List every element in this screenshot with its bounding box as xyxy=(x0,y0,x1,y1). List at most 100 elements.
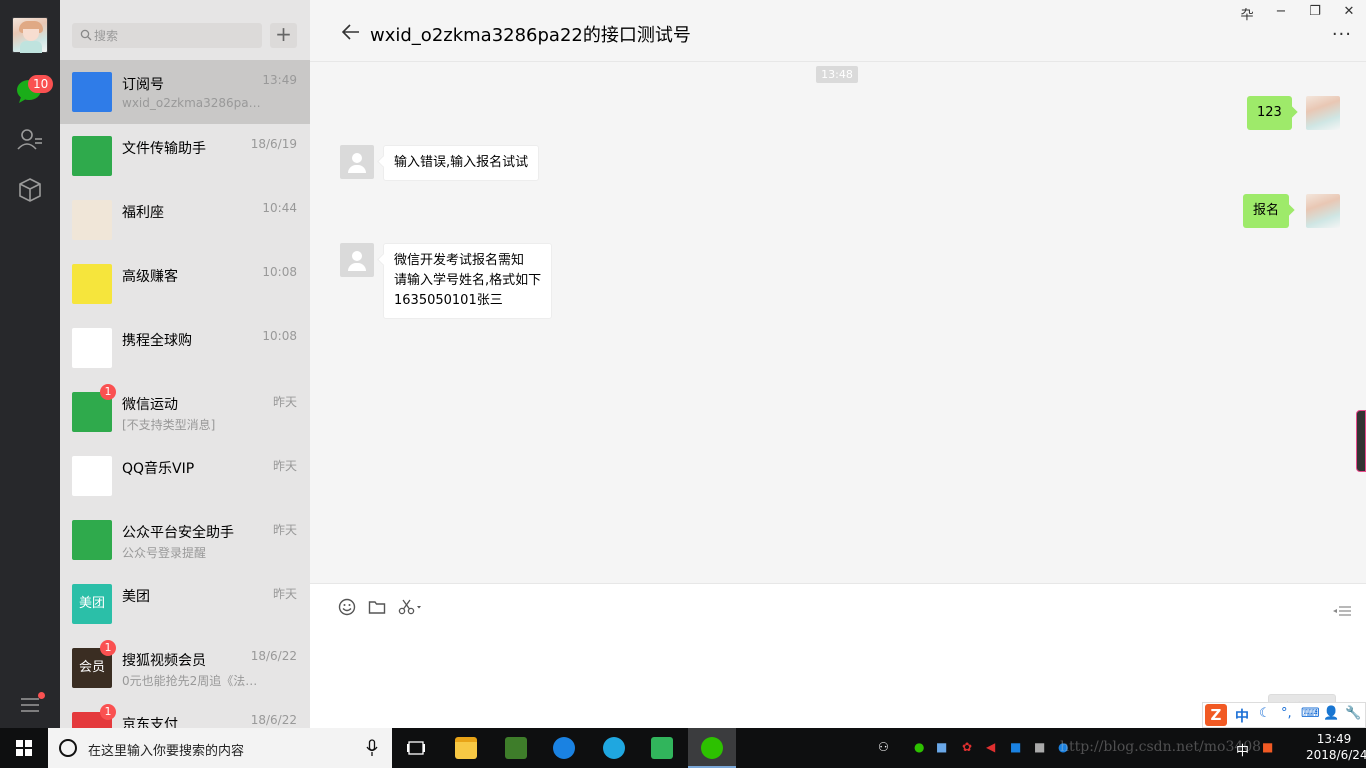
browser-icon[interactable] xyxy=(590,728,638,768)
wechat-taskbar-icon[interactable] xyxy=(688,728,736,768)
tray-ime-icon[interactable]: ■ xyxy=(1262,740,1273,754)
avatar-text: 美团 xyxy=(78,596,105,611)
more-options-button[interactable]: ··· xyxy=(1332,26,1352,44)
contacts-icon[interactable] xyxy=(15,125,45,155)
ime-user-icon[interactable]: 👤 xyxy=(1323,706,1339,721)
conversation-time: 10:08 xyxy=(262,265,297,279)
people-icon[interactable]: ⚇ xyxy=(878,740,889,754)
taskbar-search[interactable]: 在这里输入你要搜索的内容 xyxy=(48,728,392,768)
favorites-cube-icon[interactable] xyxy=(15,175,45,205)
back-arrow-icon[interactable] xyxy=(342,24,360,40)
unread-badge: 1 xyxy=(100,384,116,400)
conversation-item[interactable]: 会员 搜狐视频会员 18/6/22 0元也能抢先2周追《法… 1 xyxy=(60,636,310,700)
conversation-name: 文件传输助手 xyxy=(122,141,206,157)
my-avatar[interactable] xyxy=(1306,96,1340,130)
menu-notification-dot xyxy=(38,692,45,699)
message-bubble-in: 微信开发考试报名需知 请输入学号姓名,格式如下 1635050101张三 xyxy=(383,243,553,319)
unread-badge: 1 xyxy=(100,704,116,720)
app-bolt-icon[interactable] xyxy=(638,728,686,768)
watermark: http://blog.csdn.net/mo3408 xyxy=(1060,739,1262,755)
conversation-item[interactable]: 公众平台安全助手 昨天 公众号登录提醒 xyxy=(60,508,310,572)
conversation-item[interactable]: 美团 美团 昨天 xyxy=(60,572,310,636)
ime-keyboard-icon[interactable]: ⌨ xyxy=(1301,706,1320,721)
add-button[interactable]: + xyxy=(270,23,297,48)
clock-date: 2018/6/24 xyxy=(1306,748,1366,762)
message-timestamp: 13:48 xyxy=(816,66,858,83)
conversation-name: 公众平台安全助手 xyxy=(122,525,234,541)
tray-app2-icon[interactable]: ■ xyxy=(1010,740,1021,754)
conversation-name: 高级赚客 xyxy=(122,269,178,285)
contact-avatar[interactable] xyxy=(340,145,374,179)
conversation-time: 昨天 xyxy=(272,395,297,409)
conversation-preview: [不支持类型消息] xyxy=(122,418,216,432)
folder-icon[interactable] xyxy=(368,598,386,616)
file-explorer-icon[interactable] xyxy=(442,728,490,768)
conversation-item[interactable]: 订阅号 13:49 wxid_o2zkma3286pa2… xyxy=(60,60,310,124)
cortana-icon[interactable] xyxy=(59,739,77,757)
conversation-item[interactable]: 微信运动 昨天 [不支持类型消息] 1 xyxy=(60,380,310,444)
search-input[interactable] xyxy=(94,23,254,48)
conversation-avatar xyxy=(72,328,112,368)
pin-window-button[interactable]: 卆 xyxy=(1237,4,1257,23)
conversation-item[interactable]: 文件传输助手 18/6/19 xyxy=(60,124,310,188)
conversation-item[interactable]: QQ音乐VIP 昨天 xyxy=(60,444,310,508)
my-avatar[interactable] xyxy=(1306,194,1340,228)
microphone-icon[interactable] xyxy=(366,739,378,757)
scissors-icon[interactable] xyxy=(398,598,424,616)
ime-toolbar[interactable]: Z 中 ☾ °, ⌨ 👤 🔧 xyxy=(1202,702,1366,728)
app-k-icon[interactable] xyxy=(540,728,588,768)
chat-history-icon[interactable] xyxy=(1332,604,1352,618)
chat-title: wxid_o2zkma3286pa22的接口测试号 xyxy=(370,25,691,46)
conversation-name: 微信运动 xyxy=(122,397,178,413)
app-green-icon[interactable] xyxy=(492,728,540,768)
user-avatar[interactable] xyxy=(12,17,48,53)
conversation-item[interactable]: 携程全球购 10:08 xyxy=(60,316,310,380)
windows-start-icon[interactable] xyxy=(0,728,48,768)
message-bubble-out: 报名 xyxy=(1243,194,1290,228)
contact-avatar[interactable] xyxy=(340,243,374,277)
search-box[interactable] xyxy=(72,23,262,48)
message-line: 1635050101张三 xyxy=(394,293,503,308)
tray-app3-icon[interactable]: ■ xyxy=(1034,740,1045,754)
conversation-item[interactable]: 高级赚客 10:08 xyxy=(60,252,310,316)
tray-network-icon[interactable]: ■ xyxy=(936,740,947,754)
task-view-icon[interactable] xyxy=(392,728,440,768)
conversation-time: 18/6/22 xyxy=(250,649,297,663)
conversation-time: 10:44 xyxy=(262,201,297,215)
conversation-name: 福利座 xyxy=(122,205,164,221)
side-dock-strip[interactable] xyxy=(1356,410,1366,472)
conversation-preview: 公众号登录提醒 xyxy=(122,546,207,560)
message-line: 微信开发考试报名需知 xyxy=(394,253,525,268)
ime-moon-icon[interactable]: ☾ xyxy=(1259,706,1271,721)
conversation-preview: wxid_o2zkma3286pa2… xyxy=(122,96,262,110)
tray-wechat-icon[interactable]: ● xyxy=(914,740,924,754)
search-icon xyxy=(80,29,92,41)
ime-logo[interactable]: Z xyxy=(1205,704,1227,726)
conversation-item[interactable]: 福利座 10:44 xyxy=(60,188,310,252)
ime-punct-icon[interactable]: °, xyxy=(1281,706,1292,721)
emoji-icon[interactable] xyxy=(338,598,356,616)
clock-time: 13:49 xyxy=(1316,732,1352,746)
message-bubble-in: 输入错误,输入报名试试 xyxy=(383,145,540,181)
chat-header: wxid_o2zkma3286pa22的接口测试号 ··· 卆 − ❐ ✕ xyxy=(310,0,1366,62)
minimize-button[interactable]: − xyxy=(1271,4,1291,19)
conversation-avatar: 美团 xyxy=(72,584,112,624)
ime-settings-icon[interactable]: 🔧 xyxy=(1345,706,1361,721)
conversation-time: 昨天 xyxy=(272,587,297,601)
tray-sound-alert-icon[interactable]: ◀ xyxy=(986,740,995,754)
message-bubble-out: 123 xyxy=(1247,96,1292,130)
unread-badge: 1 xyxy=(100,640,116,656)
conversation-name: 美团 xyxy=(122,589,150,605)
conversation-item[interactable]: 京东支付 18/6/22 1 xyxy=(60,700,310,728)
taskbar-clock[interactable]: 13:49 2018/6/24 xyxy=(1306,731,1366,763)
conversation-name: QQ音乐VIP xyxy=(122,461,195,477)
maximize-button[interactable]: ❐ xyxy=(1305,4,1325,19)
close-button[interactable]: ✕ xyxy=(1339,4,1359,19)
ime-mode[interactable]: 中 xyxy=(1235,706,1249,726)
conversation-list: + 订阅号 13:49wxid_o2zkma3286pa2… 文件传输助手 18/6/… xyxy=(60,0,310,728)
conversation-time: 13:49 xyxy=(262,73,297,87)
conversation-avatar xyxy=(72,456,112,496)
tray-app-icon[interactable]: ✿ xyxy=(962,740,972,754)
conversation-avatar xyxy=(72,72,112,112)
taskbar-search-text[interactable]: 在这里输入你要搜索的内容 xyxy=(88,740,244,759)
